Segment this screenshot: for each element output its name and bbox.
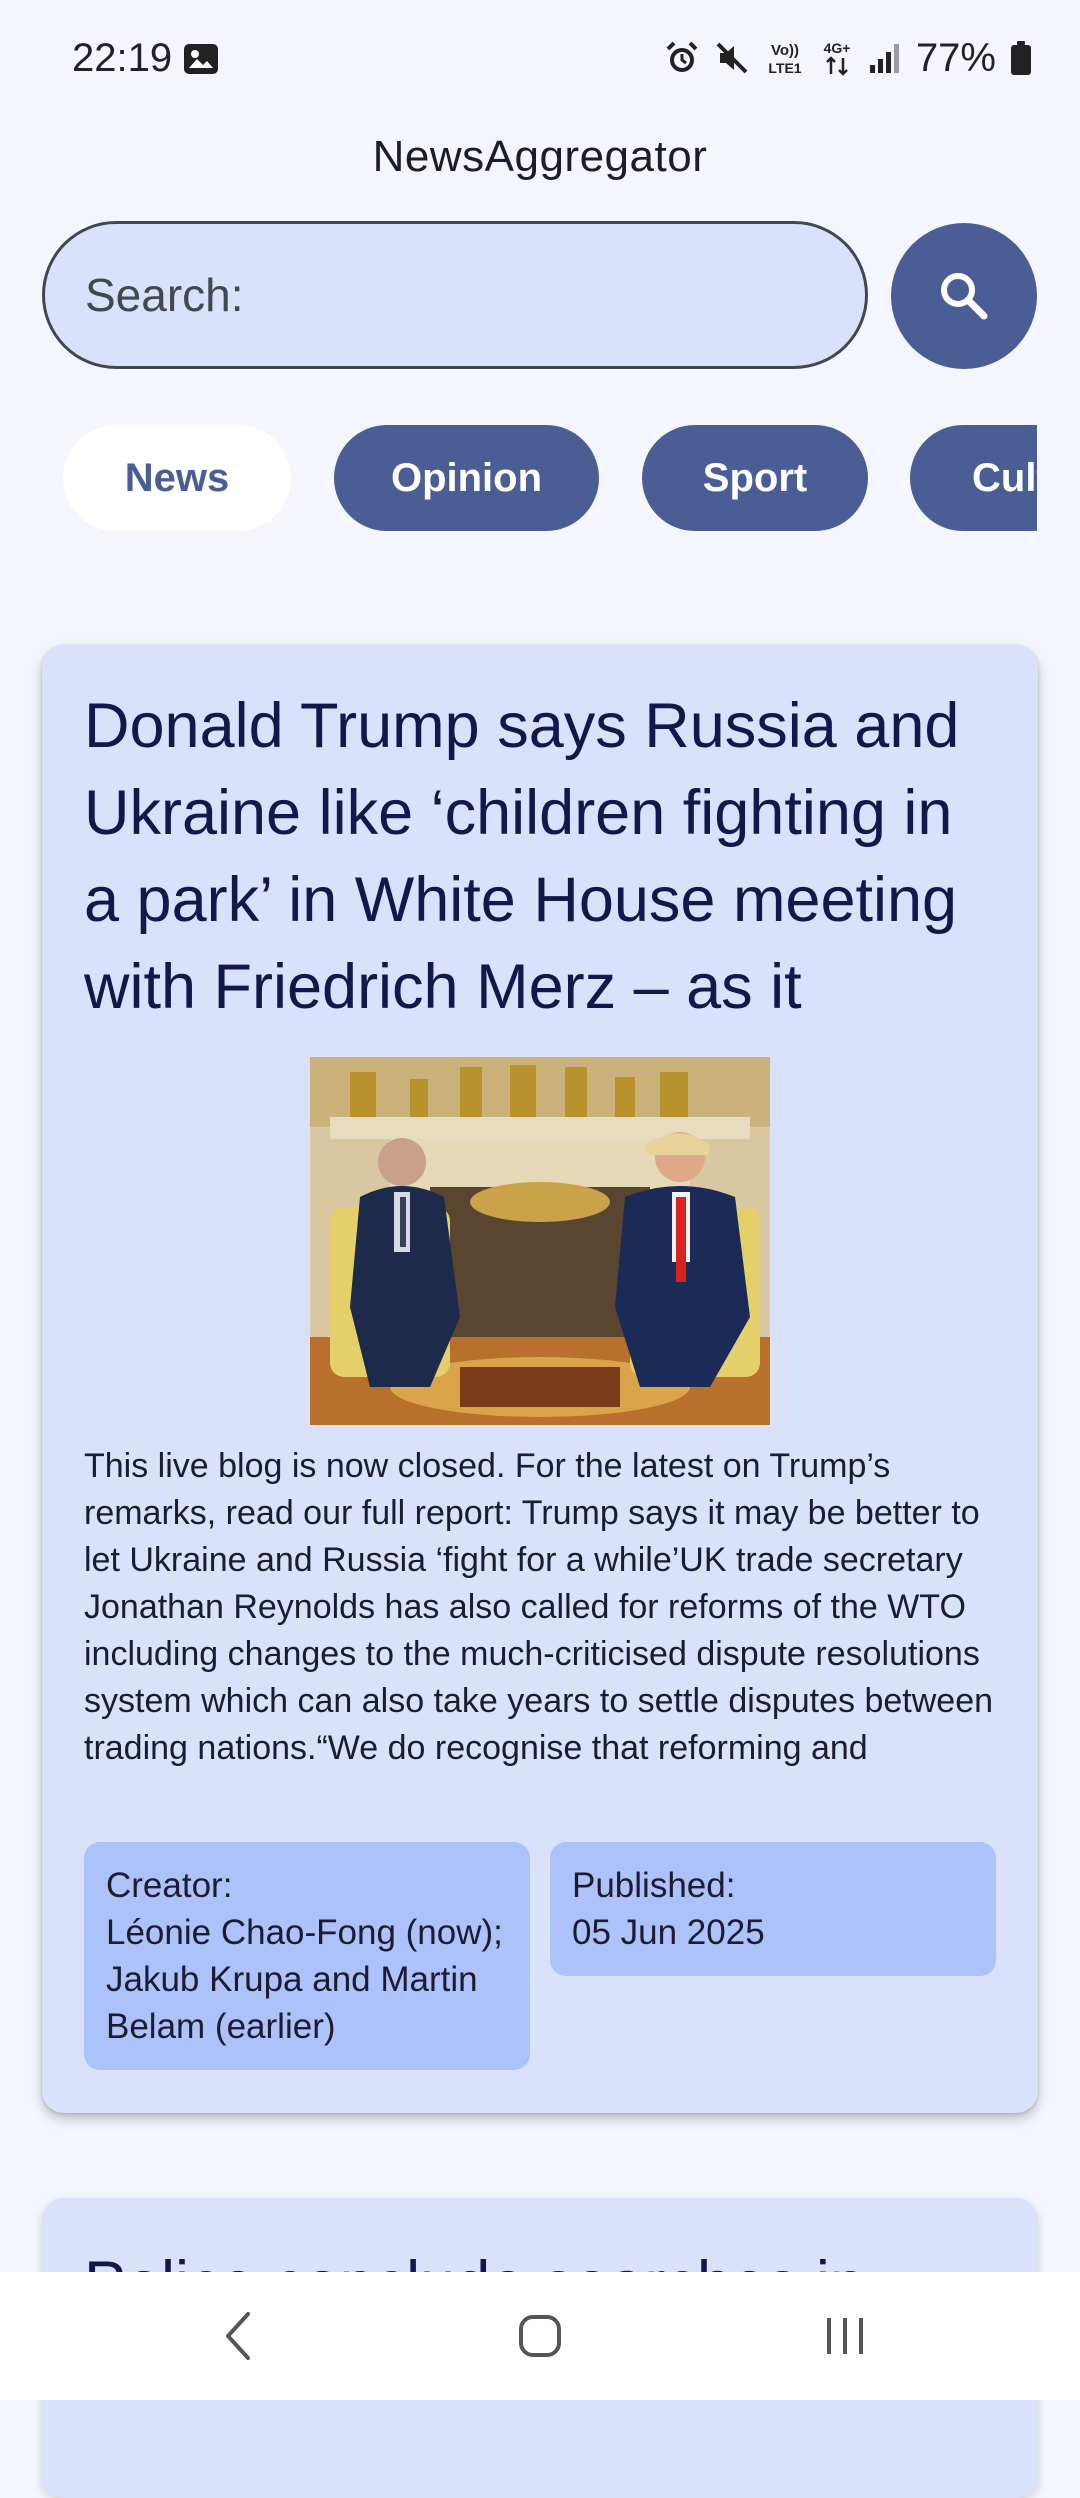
tab-opinion[interactable]: Opinion [334, 425, 599, 531]
article-headline[interactable]: Donald Trump says Russia and Ukraine lik… [84, 683, 1004, 1031]
image-icon [184, 44, 218, 74]
creator-box: Creator: Léonie Chao-Fong (now); Jakub K… [84, 1842, 530, 2070]
data-arrows-icon: 4G+ [824, 40, 851, 76]
signal-icon [869, 44, 899, 73]
status-icons: Vo)) LTE1 4G+ 77% [664, 34, 1032, 82]
app-title: NewsAggregator [372, 132, 708, 181]
published-label: Published: [572, 1866, 736, 1905]
back-icon [226, 2312, 250, 2360]
battery-percent: 77% [915, 35, 996, 80]
svg-text:4G+: 4G+ [824, 40, 851, 56]
svg-text:Vo)): Vo)) [771, 42, 799, 59]
alarm-icon [666, 41, 698, 72]
article-image [310, 1057, 770, 1425]
volte-icon: Vo)) LTE1 [768, 42, 801, 76]
nav-back-button[interactable] [178, 2272, 298, 2400]
search-icon [941, 273, 988, 320]
tab-culture[interactable]: Culture [910, 425, 1037, 531]
recent-apps-icon [827, 2318, 863, 2354]
navigation-bar [0, 2272, 1080, 2400]
status-bar: 22:19 Vo)) LTE1 4G+ 77% [0, 0, 1080, 120]
status-time: 22:19 [72, 36, 173, 80]
mute-icon [716, 42, 748, 74]
published-value: 05 Jun 2025 [572, 1913, 765, 1952]
nav-recents-button[interactable] [785, 2272, 905, 2400]
article-summary: This live blog is now closed. For the la… [84, 1447, 994, 1767]
article-card[interactable]: Donald Trump says Russia and Ukraine lik… [42, 645, 1038, 2113]
nav-home-button[interactable] [480, 2272, 600, 2400]
search-input[interactable] [42, 221, 868, 369]
tab-news[interactable]: News [63, 425, 291, 531]
battery-icon [1011, 41, 1031, 75]
svg-text:LTE1: LTE1 [768, 60, 801, 76]
category-tabs: News Opinion Sport Culture [42, 425, 1037, 531]
creator-label: Creator: [106, 1866, 233, 1905]
tab-sport[interactable]: Sport [642, 425, 868, 531]
published-box: Published: 05 Jun 2025 [550, 1842, 996, 1976]
home-icon [519, 2315, 561, 2357]
creator-value: Léonie Chao-Fong (now); Jakub Krupa and … [106, 1913, 503, 2046]
search-button[interactable] [891, 223, 1037, 369]
